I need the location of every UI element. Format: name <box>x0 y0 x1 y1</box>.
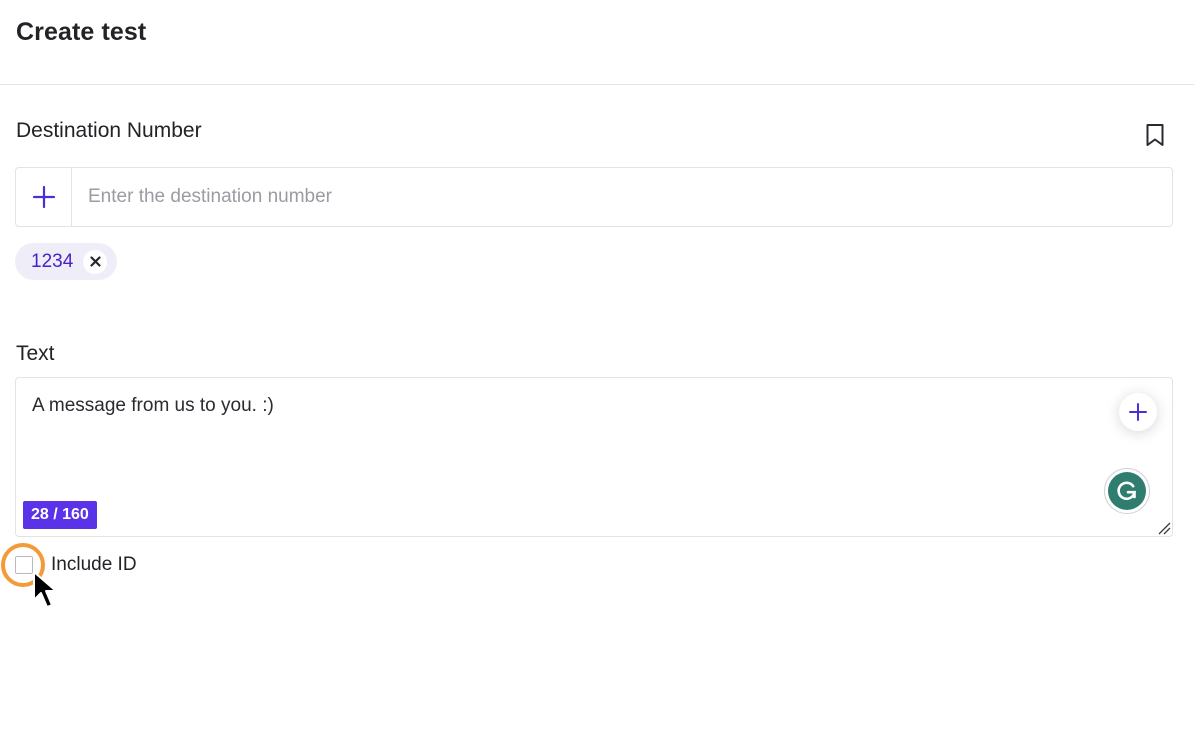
include-id-checkbox[interactable] <box>15 556 33 574</box>
grammarly-button[interactable] <box>1104 468 1150 514</box>
close-icon <box>90 256 101 267</box>
destination-number-label: Destination Number <box>16 119 202 142</box>
insert-variable-button[interactable] <box>1119 393 1157 431</box>
header: Create test <box>0 0 1194 85</box>
include-id-label: Include ID <box>51 554 137 575</box>
bookmark-button[interactable] <box>1143 122 1167 148</box>
bookmark-icon <box>1146 124 1164 146</box>
create-test-page: Create test Destination Number 1234 Text… <box>0 0 1194 734</box>
text-label: Text <box>16 342 55 365</box>
destination-number-field <box>15 167 1173 227</box>
destination-number-input[interactable] <box>72 168 1172 226</box>
message-text: A message from us to you. :) <box>32 395 274 416</box>
include-id-option: Include ID <box>15 553 137 577</box>
grammarly-icon <box>1108 472 1146 510</box>
plus-icon <box>32 185 55 209</box>
message-textarea[interactable]: A message from us to you. :) 28 / 160 <box>15 377 1173 537</box>
chip-label: 1234 <box>31 250 74 272</box>
add-destination-button[interactable] <box>16 168 72 226</box>
character-counter-badge: 28 / 160 <box>23 501 97 529</box>
resize-handle-icon[interactable] <box>1157 521 1171 535</box>
remove-chip-button[interactable] <box>83 249 108 274</box>
plus-icon <box>1129 403 1147 421</box>
page-title: Create test <box>16 18 147 46</box>
destination-chip: 1234 <box>15 243 118 280</box>
